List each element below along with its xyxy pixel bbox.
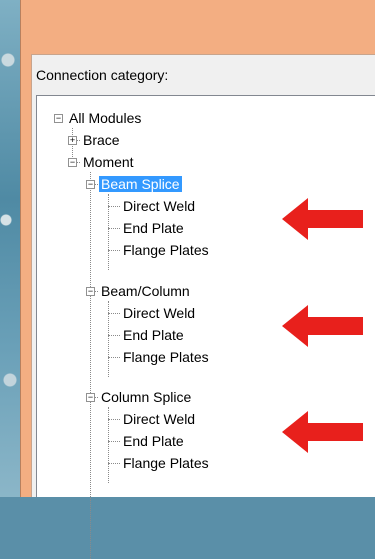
tree-node-beam-splice-end-plate[interactable]: End Plate [121,217,186,239]
collapse-toggle-moment[interactable]: − [68,158,77,167]
tree-guide-line [108,419,120,420]
tree-node-beam-column-flange-plates[interactable]: Flange Plates [121,346,211,368]
collapse-toggle-beam-column[interactable]: − [86,287,95,296]
tree-node-column-splice-flange-plates[interactable]: Flange Plates [121,452,211,474]
tree-node-beam-splice[interactable]: Beam Splice [99,173,182,195]
tree-guide-line [108,441,120,442]
tree-guide-line [90,172,91,559]
collapse-toggle-beam-splice[interactable]: − [86,180,95,189]
tree-node-beam-splice-direct-weld[interactable]: Direct Weld [121,195,197,217]
expand-toggle-brace[interactable]: + [68,136,77,145]
tree-node-column-splice-end-plate[interactable]: End Plate [121,430,186,452]
red-arrow-left-icon [282,198,363,240]
tree-guide-line [108,357,120,358]
tree-node-beam-column-direct-weld[interactable]: Direct Weld [121,302,197,324]
tree-node-column-splice[interactable]: Column Splice [99,386,193,408]
red-arrow-left-icon [282,305,363,347]
tree-guide-line [108,228,120,229]
tree-guide-line [108,313,120,314]
tree-guide-line [108,250,120,251]
tree-guide-line [108,335,120,336]
connection-category-label: Connection category: [36,67,169,83]
tree-node-beam-splice-flange-plates[interactable]: Flange Plates [121,239,211,261]
tree-node-moment[interactable]: Moment [81,151,136,173]
tree-guide-line [108,206,120,207]
tree-node-column-splice-direct-weld[interactable]: Direct Weld [121,408,197,430]
tree-node-beam-column-end-plate[interactable]: End Plate [121,324,186,346]
tree-node-beam-column[interactable]: Beam/Column [99,280,192,302]
tree-node-brace[interactable]: Brace [81,129,122,151]
red-arrow-left-icon [282,411,363,453]
tree-node-all-modules[interactable]: All Modules [67,107,143,129]
collapse-toggle-column-splice[interactable]: − [86,393,95,402]
tree-guide-line [108,463,120,464]
collapse-toggle-all-modules[interactable]: − [54,114,63,123]
